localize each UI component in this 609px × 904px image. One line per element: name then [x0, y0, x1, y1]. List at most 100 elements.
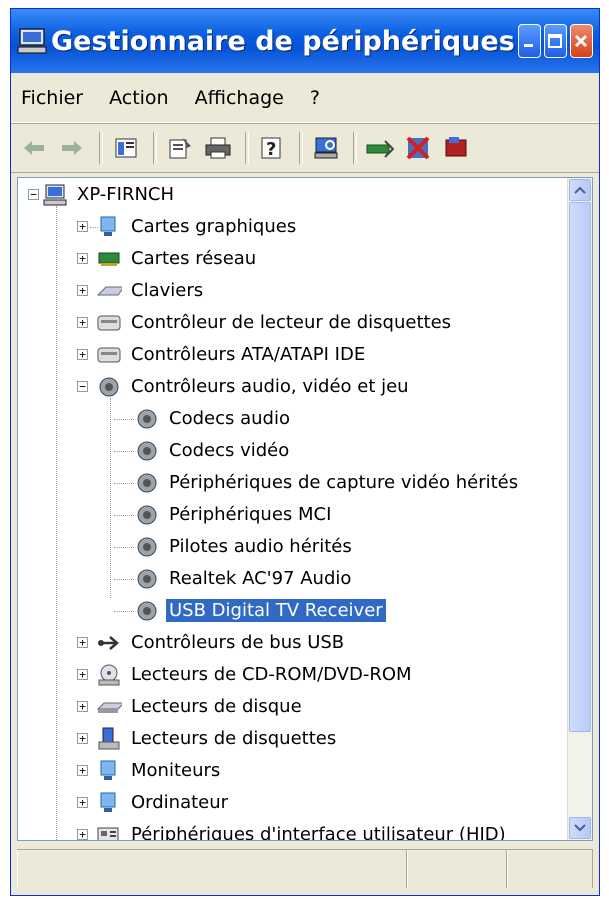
expand-toggle[interactable]: + — [77, 701, 88, 712]
device-usb-digital-tv-receiver[interactable]: USB Digital TV Receiver — [134, 595, 386, 626]
print-button[interactable] — [203, 133, 233, 163]
category-label: Contrôleurs ATA/ATAPI IDE — [131, 344, 366, 365]
category-usb-controllers[interactable]: Contrôleurs de bus USB — [96, 627, 347, 658]
category-hid[interactable]: Périphériques d'interface utilisateur (H… — [96, 819, 509, 841]
scroll-thumb[interactable] — [569, 202, 591, 732]
title-bar[interactable]: Gestionnaire de périphériques — [11, 9, 599, 73]
device-tree-panel: − XP-FIRNCH + Cartes graphiques + Cartes… — [17, 177, 593, 841]
device-realtek-ac97[interactable]: Realtek AC'97 Audio — [134, 563, 354, 594]
update-driver-button[interactable] — [365, 133, 395, 163]
device-codecs-audio[interactable]: Codecs audio — [134, 403, 293, 434]
collapse-toggle[interactable]: − — [28, 189, 39, 200]
update-driver-icon — [366, 140, 395, 158]
expand-toggle[interactable]: + — [77, 221, 88, 232]
category-label: Lecteurs de disquettes — [131, 728, 337, 749]
category-label: Contrôleurs audio, vidéo et jeu — [131, 376, 409, 397]
speaker-icon — [134, 470, 160, 496]
minimize-icon — [524, 44, 534, 47]
toolbar-separator — [245, 132, 249, 164]
toolbar-separator — [153, 132, 157, 164]
device-codecs-video[interactable]: Codecs vidéo — [134, 435, 292, 466]
network-card-icon — [96, 246, 122, 272]
category-disk-drives[interactable]: Lecteurs de disque — [96, 691, 305, 722]
category-floppy-controller[interactable]: Contrôleur de lecteur de disquettes — [96, 307, 454, 338]
category-ide-controllers[interactable]: Contrôleurs ATA/ATAPI IDE — [96, 339, 368, 370]
menu-help[interactable]: ? — [310, 87, 320, 109]
category-label: Contrôleurs de bus USB — [131, 632, 345, 653]
expand-toggle[interactable]: + — [77, 317, 88, 328]
tree-connector — [114, 451, 134, 452]
category-display-adapters[interactable]: Cartes graphiques — [96, 211, 299, 242]
category-label: Cartes réseau — [131, 248, 257, 269]
device-legacy-audio-drivers[interactable]: Pilotes audio hérités — [134, 531, 355, 562]
forward-button[interactable] — [57, 133, 87, 163]
device-label: Périphériques MCI — [169, 504, 332, 525]
scroll-down-button[interactable] — [569, 817, 591, 839]
menu-affichage[interactable]: Affichage — [195, 87, 284, 109]
expand-toggle[interactable]: + — [77, 829, 88, 840]
category-monitors[interactable]: Moniteurs — [96, 755, 223, 786]
category-label: Lecteurs de disque — [131, 696, 302, 717]
computer-icon — [17, 23, 47, 59]
printer-icon — [205, 137, 231, 159]
menu-action[interactable]: Action — [109, 87, 169, 109]
toolbar: ? — [11, 123, 599, 173]
scan-hardware-icon — [314, 137, 338, 159]
expand-toggle[interactable]: + — [77, 253, 88, 264]
console-tree-icon — [115, 138, 137, 158]
speaker-icon — [96, 374, 122, 400]
properties-button[interactable] — [165, 133, 195, 163]
floppy-drive-icon — [96, 726, 122, 752]
category-network-adapters[interactable]: Cartes réseau — [96, 243, 259, 274]
chevron-up-icon — [574, 186, 586, 194]
controller-icon — [96, 310, 122, 336]
category-computer[interactable]: Ordinateur — [96, 787, 231, 818]
device-mci[interactable]: Périphériques MCI — [134, 499, 334, 530]
maximize-button[interactable] — [543, 24, 567, 58]
expand-toggle[interactable]: + — [77, 285, 88, 296]
chevron-down-icon — [574, 824, 586, 832]
tree-connector — [114, 419, 134, 420]
uninstall-device-icon — [445, 137, 467, 157]
collapse-toggle[interactable]: − — [77, 381, 88, 392]
expand-toggle[interactable]: + — [77, 349, 88, 360]
scan-hardware-button[interactable] — [311, 133, 341, 163]
tree-connector — [114, 579, 134, 580]
expand-toggle[interactable]: + — [77, 637, 88, 648]
close-button[interactable] — [569, 24, 593, 58]
device-label: Codecs vidéo — [169, 440, 290, 461]
disk-drive-icon — [96, 694, 122, 720]
help-button[interactable]: ? — [257, 133, 287, 163]
expand-toggle[interactable]: + — [77, 733, 88, 744]
tree-connector — [114, 547, 134, 548]
tree-root-label: XP-FIRNCH — [77, 184, 175, 205]
disable-device-icon — [406, 136, 430, 160]
selected-device-label: USB Digital TV Receiver — [166, 599, 386, 622]
vertical-scrollbar[interactable] — [567, 178, 592, 840]
usb-icon — [96, 630, 122, 656]
device-label: Codecs audio — [169, 408, 290, 429]
speaker-icon — [134, 598, 160, 624]
monitor-icon — [96, 758, 122, 784]
menu-fichier[interactable]: Fichier — [21, 87, 83, 109]
toolbar-separator — [353, 132, 357, 164]
device-legacy-video-capture[interactable]: Périphériques de capture vidéo hérités — [134, 467, 521, 498]
minimize-button[interactable] — [517, 24, 541, 58]
tree-root[interactable]: XP-FIRNCH — [42, 179, 177, 210]
expand-toggle[interactable]: + — [77, 797, 88, 808]
uninstall-device-button[interactable] — [441, 133, 471, 163]
category-audio-video-game[interactable]: Contrôleurs audio, vidéo et jeu — [96, 371, 412, 402]
expand-toggle[interactable]: + — [77, 669, 88, 680]
tree-connector — [90, 227, 98, 228]
category-keyboards[interactable]: Claviers — [96, 275, 206, 306]
tree-connector — [114, 515, 134, 516]
scroll-up-button[interactable] — [569, 179, 591, 201]
category-floppy-drives[interactable]: Lecteurs de disquettes — [96, 723, 339, 754]
expand-toggle[interactable]: + — [77, 765, 88, 776]
category-label: Cartes graphiques — [131, 216, 297, 237]
show-hide-tree-button[interactable] — [111, 133, 141, 163]
category-cdrom-dvd[interactable]: Lecteurs de CD-ROM/DVD-ROM — [96, 659, 415, 690]
disable-device-button[interactable] — [403, 133, 433, 163]
category-label: Périphériques d'interface utilisateur (H… — [131, 824, 506, 841]
back-button[interactable] — [19, 133, 49, 163]
